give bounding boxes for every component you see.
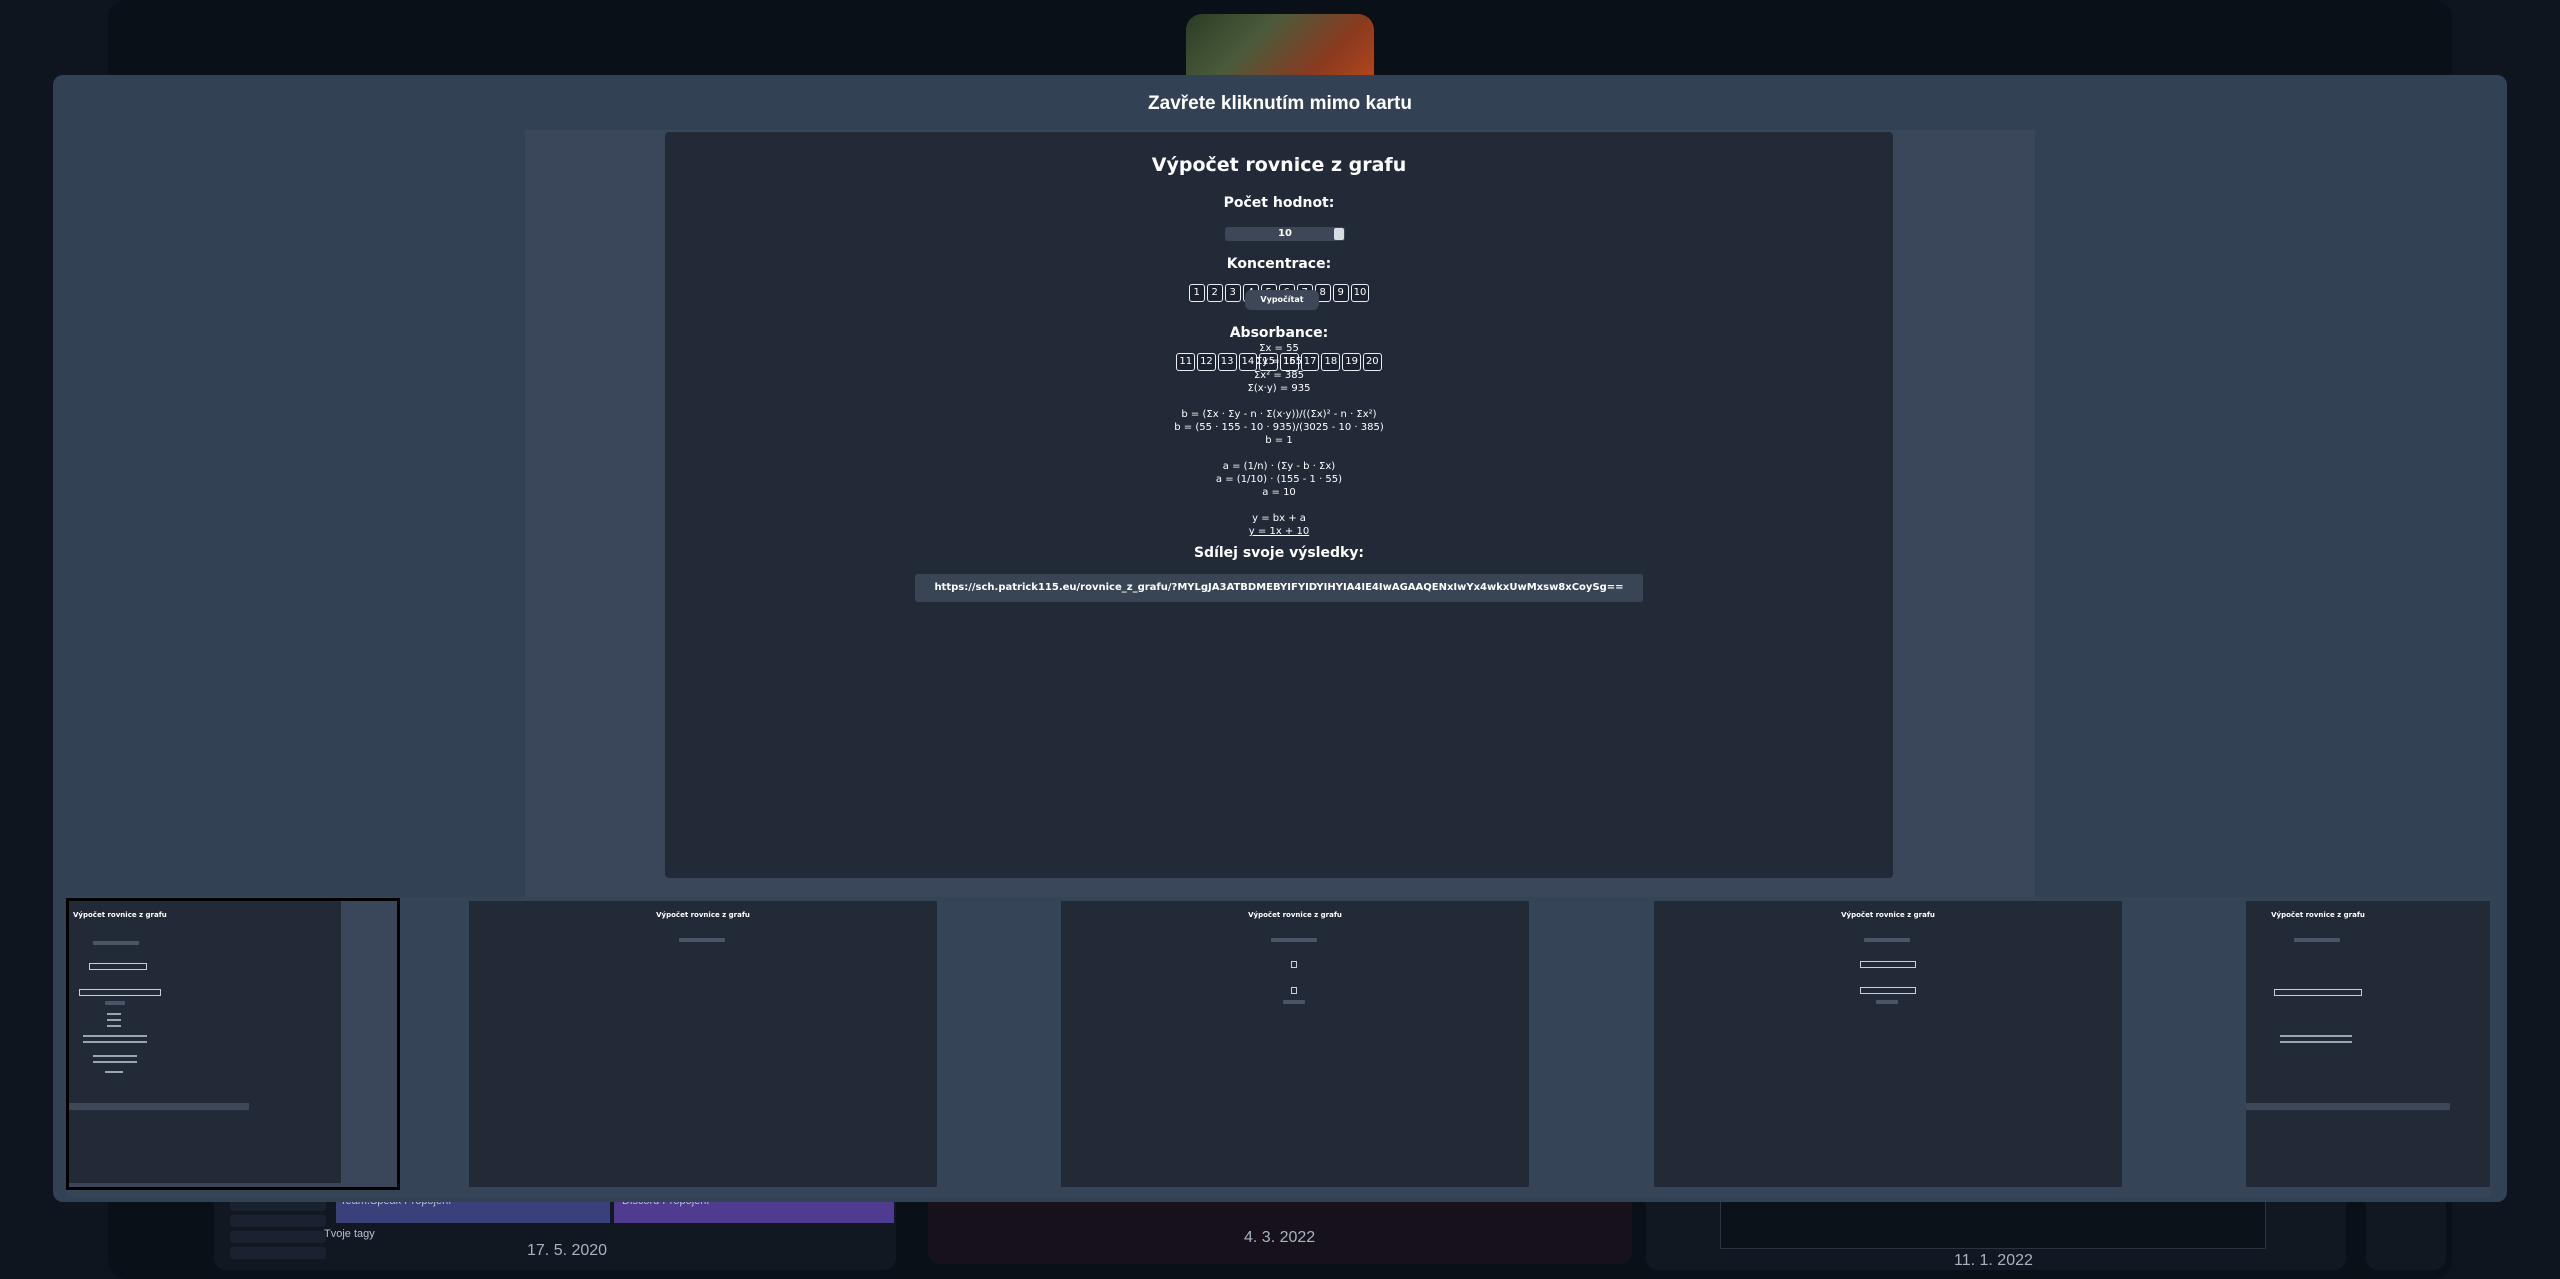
count-input[interactable]: 10: [1225, 227, 1345, 241]
share-label: Sdílej svoje výsledky:: [1193, 545, 1365, 561]
concentration-input-10[interactable]: 10: [1350, 284, 1370, 302]
close-hint: Zavřete kliknutím mimo kartu: [1148, 93, 1412, 114]
card-date-3: 11. 1. 2022: [1954, 1252, 2033, 1269]
thumbnail-1-title: Výpočet rovnice z grafu: [73, 911, 167, 919]
thumbnail-5-title: Výpočet rovnice z grafu: [2271, 911, 2365, 919]
screenshot-view: Výpočet rovnice z grafu Počet hodnot: 10…: [665, 132, 1893, 878]
share-url-field[interactable]: https://sch.patrick115.eu/rovnice_z_graf…: [915, 574, 1643, 602]
thumbnail-3[interactable]: Výpočet rovnice z grafu: [1061, 901, 1529, 1187]
gallery-card-4[interactable]: [2366, 1190, 2446, 1270]
page-title: Výpočet rovnice z grafu: [1151, 154, 1407, 176]
thumbnail-3-title: Výpočet rovnice z grafu: [1248, 911, 1342, 919]
sum-xy: Σ(x·y) = 935: [1247, 383, 1311, 394]
b-substituted: b = (55 · 155 - 10 · 935)/(3025 - 10 · 3…: [1174, 422, 1384, 433]
concentration-input-1[interactable]: 1: [1188, 284, 1205, 302]
tags-caption: Tvoje tagy: [324, 1228, 375, 1240]
count-label: Počet hodnot:: [1223, 195, 1335, 211]
a-formula: a = (1/n) · (Σy - b · Σx): [1222, 461, 1336, 472]
thumbnail-5[interactable]: Výpočet rovnice z grafu: [2246, 901, 2490, 1187]
concentration-input-3[interactable]: 3: [1224, 284, 1241, 302]
a-result: a = 10: [1262, 487, 1296, 498]
spinner-icon[interactable]: [1334, 228, 1344, 240]
a-substituted: a = (1/10) · (155 - 1 · 55): [1215, 474, 1343, 485]
thumbnail-1-image: Výpočet rovnice z grafu: [69, 901, 341, 1183]
card-date-1: 17. 5. 2020: [527, 1242, 608, 1259]
absorbance-label: Absorbance:: [1229, 325, 1329, 341]
sidebar-preview: [230, 1195, 326, 1275]
lightbox-modal: Zavřete kliknutím mimo kartu Výpočet rov…: [53, 75, 2507, 1202]
card-date-2: 4. 3. 2022: [1244, 1229, 1316, 1246]
equation-general: y = bx + a: [1252, 513, 1306, 524]
card-3-preview: [1720, 1195, 2266, 1249]
thumbnail-2-title: Výpočet rovnice z grafu: [656, 911, 750, 919]
b-result: b = 1: [1265, 435, 1293, 446]
calculate-button[interactable]: Vypočítat: [1245, 290, 1319, 310]
sum-x2: Σx² = 385: [1253, 370, 1305, 381]
sum-x: Σx = 55: [1259, 343, 1299, 354]
thumbnail-4[interactable]: Výpočet rovnice z grafu: [1654, 901, 2122, 1187]
count-value: 10: [1278, 228, 1292, 239]
concentration-label: Koncentrace:: [1226, 256, 1332, 272]
b-formula: b = (Σx · Σy - n · Σ(x·y))/((Σx)² - n · …: [1181, 409, 1377, 420]
thumbnail-4-title: Výpočet rovnice z grafu: [1841, 911, 1935, 919]
concentration-input-9[interactable]: 9: [1332, 284, 1349, 302]
concentration-input-2[interactable]: 2: [1206, 284, 1223, 302]
equation-result: y = 1x + 10: [1248, 526, 1310, 537]
thumbnail-1[interactable]: Výpočet rovnice z grafu: [66, 898, 400, 1190]
thumbnail-2[interactable]: Výpočet rovnice z grafu: [469, 901, 937, 1187]
sum-y: Σy = 155: [1255, 356, 1303, 367]
